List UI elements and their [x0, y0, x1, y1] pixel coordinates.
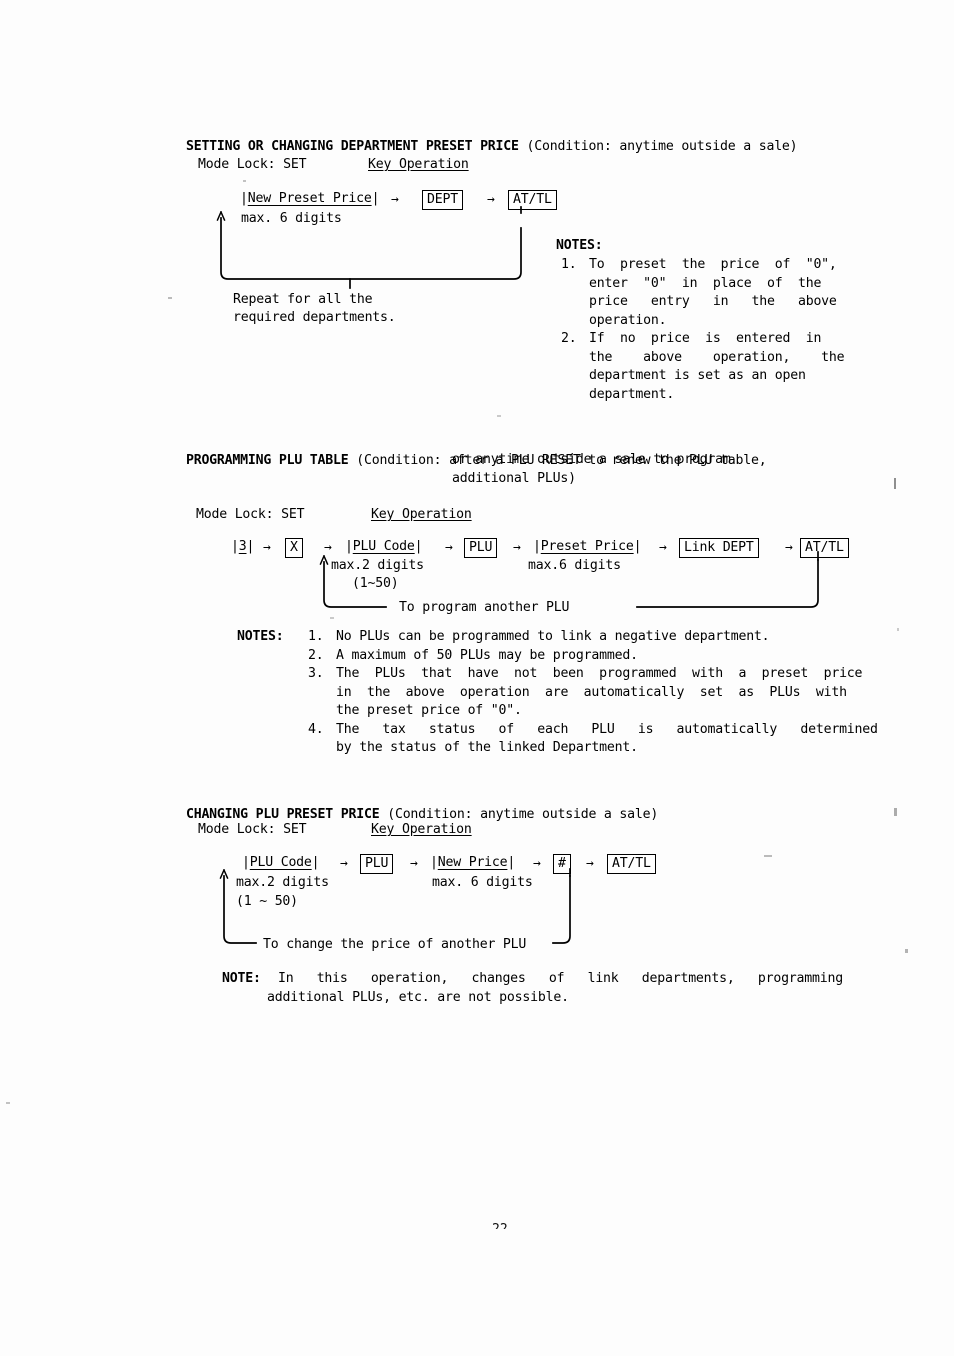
document-page: SETTING OR CHANGING DEPARTMENT PRESET PR… [0, 0, 954, 1356]
field-plu-code-2: |PLU Code| [345, 539, 423, 554]
note-title-3: NOTE: [222, 971, 261, 986]
note-text-1-1-l1: To preset the price of "0", [589, 257, 837, 272]
field-preset-price: |Preset Price| [533, 539, 642, 554]
note-text-2-3-l1: The PLUs that have not been programmed w… [336, 666, 863, 681]
key-dept[interactable]: DEPT [422, 190, 463, 211]
arrow-2-6: → [785, 540, 793, 555]
mode-lock-label-3: Mode Lock: SET [198, 822, 307, 837]
mode-lock-label-2: Mode Lock: SET [196, 507, 305, 522]
note-number-2-3: 3. [308, 666, 324, 681]
section-title: CHANGING PLU PRESET PRICE [185, 807, 380, 822]
field-new-preset-price: |New Preset Price| [240, 191, 380, 206]
note-text-2-4-l2: by the status of the linked Department. [336, 740, 638, 755]
field-label: 3 [238, 539, 247, 554]
arrow-2-1: → [263, 540, 271, 555]
note-text-1-1-l4: operation. [589, 312, 667, 328]
arrow-1-2: → [487, 192, 495, 207]
key-multiply[interactable]: X [285, 538, 303, 559]
scan-speck-3 [894, 808, 897, 816]
key-operation-label-3: Key Operation [371, 822, 472, 837]
note-text-1-1-l2: enter "0" in place of the [589, 275, 822, 291]
arrow-2-3: → [445, 540, 453, 555]
note-text-1-1-l3: price entry in the above [589, 294, 837, 309]
key-link-dept[interactable]: Link DEPT [679, 538, 759, 559]
note-number-2-2: 2. [308, 647, 324, 663]
loop-caption-1-line1: Repeat for all the [233, 292, 373, 307]
key-at-tl-3[interactable]: AT/TL [607, 854, 656, 875]
note-number-2-1: 1. [308, 629, 324, 644]
note-text-1-2-l4: department. [589, 386, 675, 402]
note-text-2-2-l1: A maximum of 50 PLUs may be programmed. [336, 647, 638, 663]
scan-speck-8 [497, 415, 501, 417]
section-title: PROGRAMMING PLU TABLE [185, 453, 349, 468]
field-sub-plu-code-3: max.2 digits [236, 875, 329, 890]
scan-speck-7 [243, 180, 246, 182]
loop-caption-3: To change the price of another PLU [263, 937, 527, 952]
field-label: New Price [437, 855, 508, 870]
page-number: 22 [492, 1222, 522, 1229]
note-text-2-3-l2: in the above operation are automatically… [336, 684, 847, 700]
notes-title-1: NOTES: [556, 238, 603, 253]
note-text-1-2-l3: department is set as an open [589, 368, 806, 383]
field-sub-new-price: max. 6 digits [432, 875, 533, 890]
arrow-3-2: → [410, 856, 418, 871]
section-condition-line2: or anytime outside a sale to program [452, 452, 731, 467]
arrow-2-5: → [659, 540, 667, 555]
scan-speck-4 [905, 949, 908, 953]
loop-caption-1-line2: required departments. [233, 310, 396, 325]
note-number-1-2: 2. [561, 331, 577, 346]
scan-speck-9 [764, 855, 772, 857]
note-text-1-2-l2: the above operation, the [589, 349, 845, 365]
section-title: SETTING OR CHANGING DEPARTMENT PRESET PR… [185, 139, 519, 154]
note-text-1-2-l1: If no price is entered in [589, 331, 822, 346]
scan-speck-10 [330, 617, 334, 619]
mode-lock-label-1: Mode Lock: SET [198, 157, 307, 172]
note-number-2-4: 4. [308, 721, 324, 737]
field-sub2-plu-code-2: (1~50) [352, 576, 399, 591]
note-text-2-3-l3: the preset price of "0". [336, 703, 522, 718]
arrow-3-3: → [533, 856, 541, 871]
notes-title-2: NOTES: [237, 629, 284, 644]
arrow-1-1: → [391, 192, 399, 207]
field-label: PLU Code [352, 539, 415, 554]
field-plu-code-3: |PLU Code| [242, 855, 320, 870]
field-label: PLU Code [249, 855, 312, 870]
field-sub-plu-code-2: max.2 digits [331, 558, 424, 573]
loop-caption-2: To program another PLU [399, 600, 570, 615]
field-sub2-plu-code-3: (1 ~ 50) [236, 894, 298, 909]
key-at-tl-2[interactable]: AT/TL [800, 538, 849, 559]
key-plu-3[interactable]: PLU [360, 854, 394, 875]
arrow-2-4: → [513, 540, 521, 555]
note-text-2-1-l1: No PLUs can be programmed to link a nega… [336, 629, 770, 644]
field-sub-new-preset-price: max. 6 digits [241, 211, 342, 226]
note-text-3-l2: additional PLUs, etc. are not possible. [267, 989, 569, 1005]
field-digit-3: |3| [231, 539, 255, 554]
key-hash[interactable]: # [553, 854, 571, 875]
key-operation-label-1: Key Operation [368, 157, 469, 172]
arrow-3-1: → [340, 856, 348, 871]
key-operation-label-2: Key Operation [371, 507, 472, 522]
field-label: New Preset Price [247, 191, 372, 206]
scan-speck-6 [6, 1102, 10, 1104]
note-text-3-l1: In this operation, changes of link depar… [278, 971, 843, 986]
key-at-tl-1[interactable]: AT/TL [508, 190, 557, 211]
arrow-3-4: → [586, 856, 594, 871]
section-condition: (Condition: anytime outside a sale) [526, 139, 798, 154]
note-text-2-4-l1: The tax status of each PLU is automatica… [336, 721, 878, 737]
key-plu-2[interactable]: PLU [464, 538, 498, 559]
field-sub-preset-price: max.6 digits [528, 558, 621, 573]
arrow-2-2: → [324, 540, 332, 555]
field-new-price: |New Price| [430, 855, 516, 870]
section-condition-line3: additional PLUs) [452, 470, 576, 486]
scan-speck-5 [168, 297, 172, 299]
field-label: Preset Price [540, 539, 634, 554]
scan-speck-1 [894, 478, 896, 489]
section-condition: (Condition: anytime outside a sale) [387, 807, 659, 822]
note-number-1-1: 1. [561, 257, 577, 272]
scan-speck-2 [897, 628, 899, 631]
